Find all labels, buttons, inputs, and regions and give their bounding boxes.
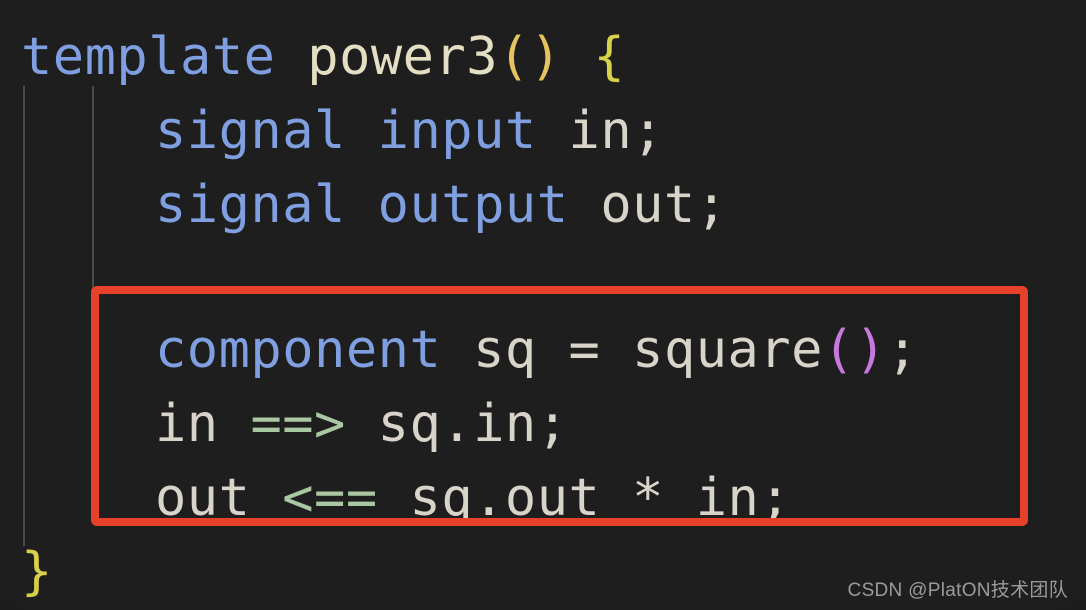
token-operator-multiply: * bbox=[632, 468, 664, 528]
code-editor: template power3() { signal input in; sig… bbox=[0, 0, 1086, 610]
token-identifier-in: in bbox=[695, 468, 760, 528]
token-close-brace: } bbox=[21, 542, 53, 602]
code-line-3: signal output out; bbox=[0, 168, 1086, 242]
token-operator-constraint-assign: <== bbox=[282, 468, 378, 528]
code-line-2: signal input in; bbox=[0, 94, 1086, 168]
token-function-name-power3: power3 bbox=[307, 27, 499, 87]
code-line-6: out <== sq.out * in; bbox=[0, 461, 1086, 535]
token-parentheses: () bbox=[822, 320, 887, 380]
token-semicolon: ; bbox=[695, 175, 728, 235]
watermark-text: CSDN @PlatON技术团队 bbox=[847, 580, 1068, 601]
token-keyword-signal: signal bbox=[155, 101, 346, 161]
token-parentheses: () bbox=[498, 27, 562, 87]
token-modifier-output: output bbox=[377, 175, 569, 235]
token-call-name-square: square bbox=[632, 320, 823, 380]
token-identifier-in: in bbox=[568, 101, 633, 161]
token-identifier-sq: sq bbox=[473, 320, 537, 380]
token-keyword-template: template bbox=[21, 27, 276, 87]
token-semicolon: ; bbox=[886, 320, 919, 380]
token-identifier-in: in bbox=[155, 394, 219, 454]
token-identifier-sq-out: sq.out bbox=[409, 468, 601, 528]
token-identifier-out: out bbox=[600, 175, 696, 235]
token-modifier-input: input bbox=[377, 101, 537, 161]
token-keyword-component: component bbox=[155, 320, 442, 380]
token-identifier-out: out bbox=[155, 468, 251, 528]
token-identifier-sq-in: sq.in bbox=[377, 394, 537, 454]
token-semicolon: ; bbox=[536, 394, 569, 454]
token-assign-operator: = bbox=[568, 320, 601, 380]
token-open-brace: { bbox=[593, 27, 626, 87]
token-semicolon: ; bbox=[759, 468, 792, 528]
token-operator-signal-assign: ==> bbox=[250, 394, 346, 454]
token-keyword-signal: signal bbox=[155, 175, 346, 235]
code-line-4: component sq = square(); bbox=[0, 313, 1086, 387]
token-semicolon: ; bbox=[632, 101, 664, 161]
code-line-1: template power3() { bbox=[0, 20, 1086, 94]
code-line-5: in ==> sq.in; bbox=[0, 387, 1086, 461]
